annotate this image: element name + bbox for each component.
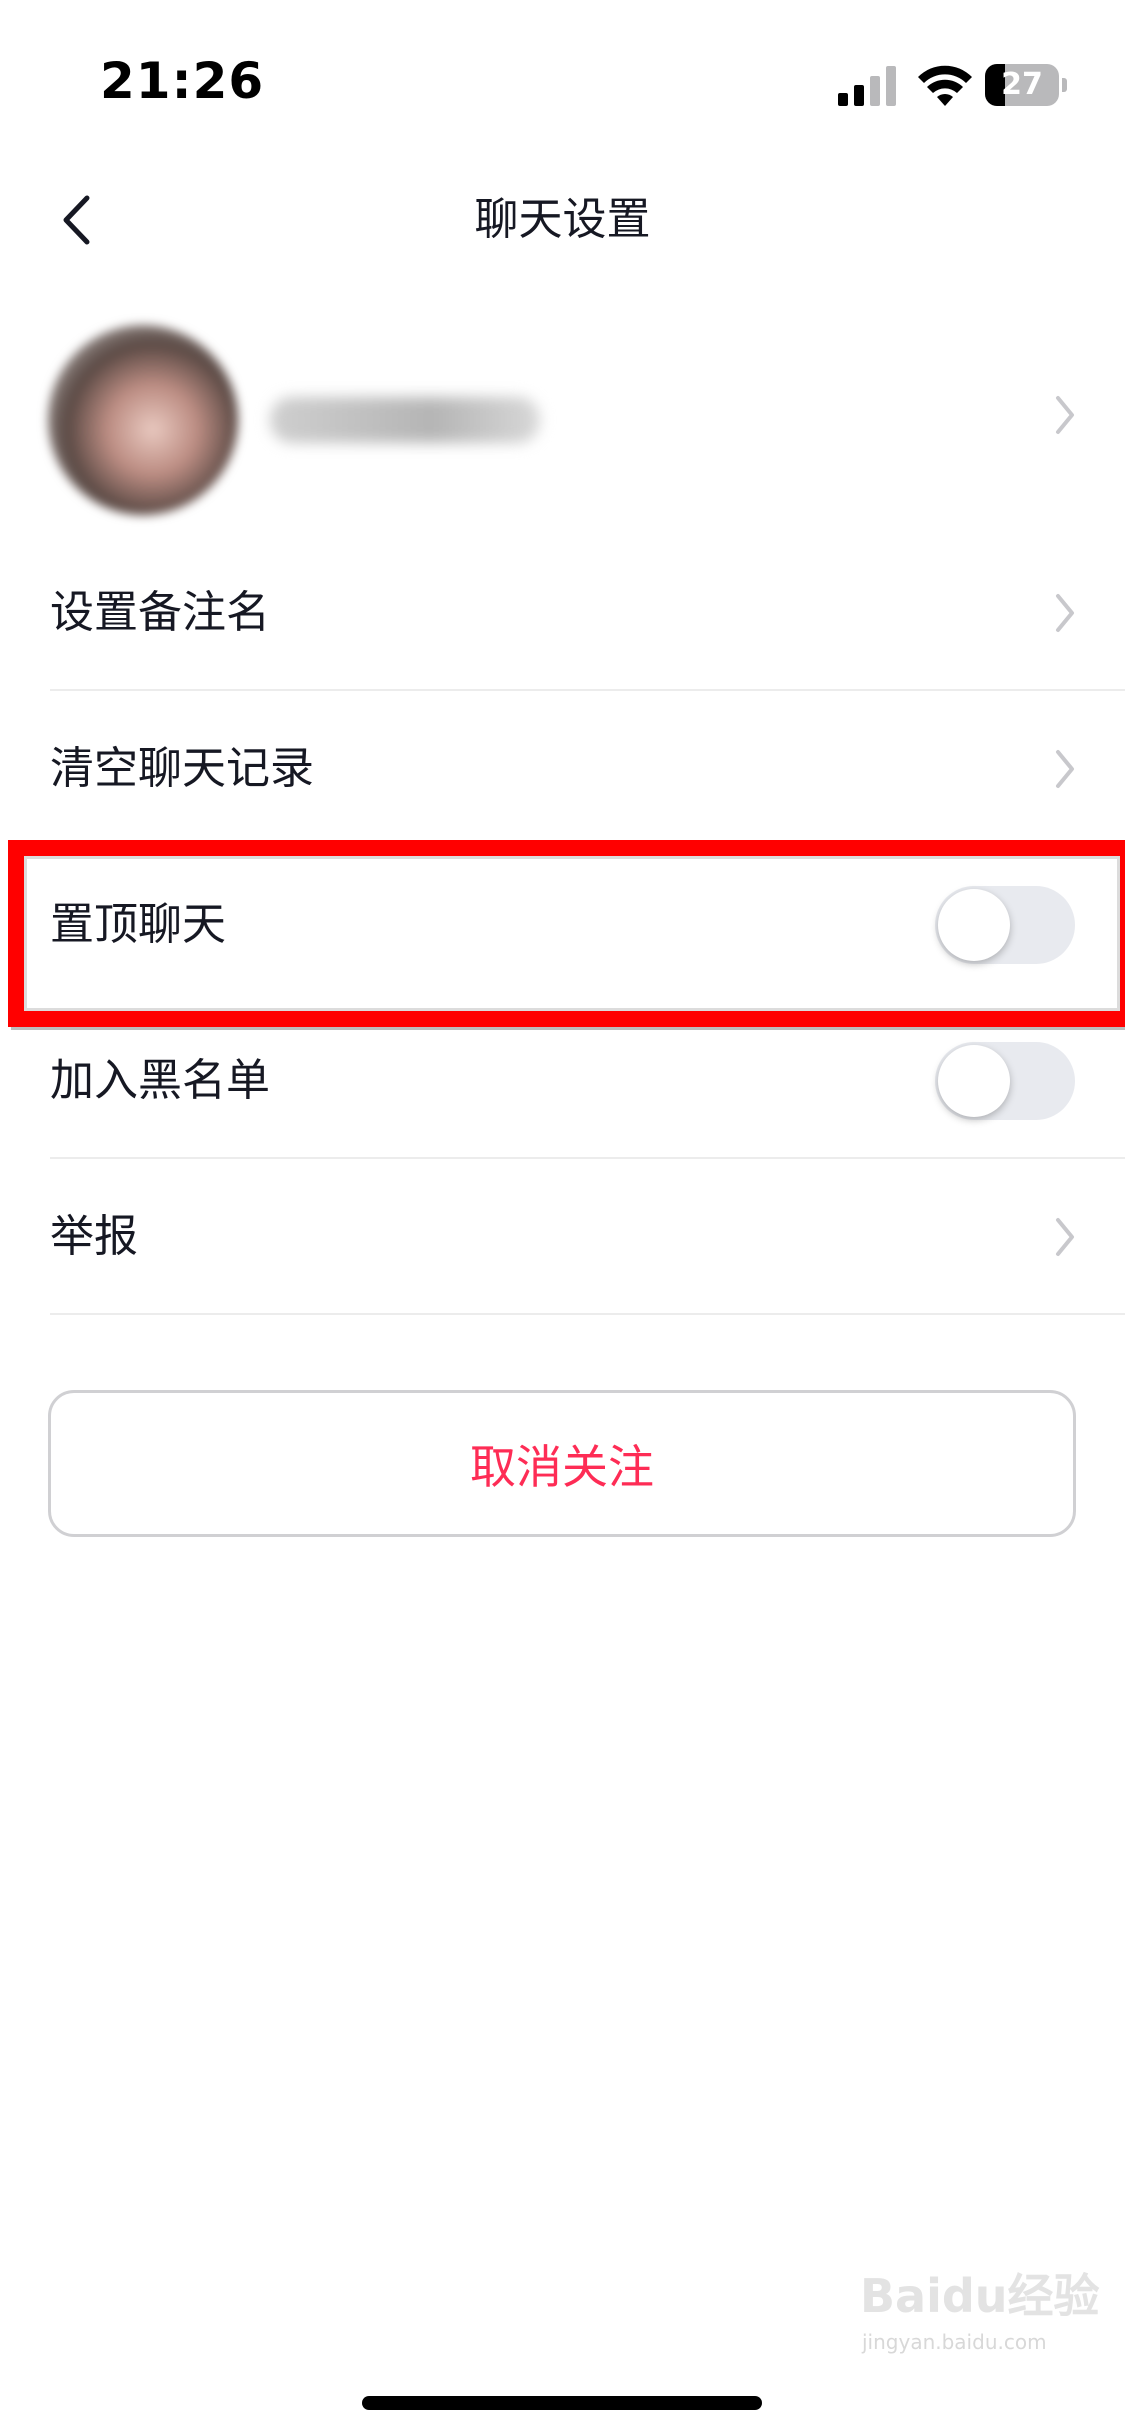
profile-row[interactable] [0,305,1125,525]
chevron-right-icon [1045,583,1085,643]
signal-icon [838,66,898,106]
pin-chat-label: 置顶聊天 [50,899,226,950]
chevron-right-icon [1045,1207,1085,1267]
report-label: 举报 [50,1211,138,1262]
clear-history-label: 清空聊天记录 [50,743,314,794]
blacklist-toggle[interactable] [935,1042,1075,1120]
blacklist-label: 加入黑名单 [50,1055,270,1106]
toggle-knob [938,1045,1010,1117]
battery-level: 27 [1001,67,1043,102]
status-time: 21:26 [100,52,265,110]
watermark: Baidu经验 [860,2269,1100,2323]
unfollow-button[interactable]: 取消关注 [48,1390,1076,1537]
chevron-right-icon [1045,385,1085,445]
pin-chat-row: 置顶聊天 [0,847,1125,1003]
blacklist-row: 加入黑名单 [0,1003,1125,1159]
page-title: 聊天设置 [474,194,651,245]
report-row[interactable]: 举报 [0,1159,1125,1315]
avatar[interactable] [48,325,238,515]
pin-chat-toggle[interactable] [935,886,1075,964]
watermark-url: jingyan.baidu.com [862,2330,1047,2354]
remark-name-label: 设置备注名 [50,587,270,638]
battery-icon: 27 [985,64,1067,106]
remark-name-row[interactable]: 设置备注名 [0,535,1125,691]
toggle-knob [938,889,1010,961]
clear-history-row[interactable]: 清空聊天记录 [0,691,1125,847]
divider [50,1313,1125,1315]
profile-name [270,397,540,443]
wifi-icon [918,64,972,108]
chevron-right-icon [1045,739,1085,799]
home-indicator[interactable] [362,2396,762,2410]
